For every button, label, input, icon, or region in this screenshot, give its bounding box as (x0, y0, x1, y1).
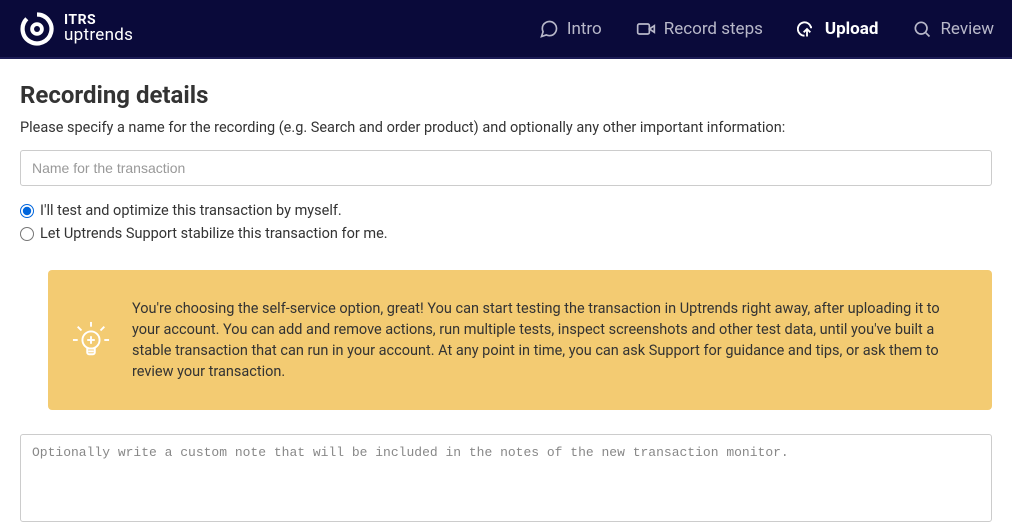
upload-cloud-icon (797, 19, 817, 39)
chat-icon (539, 19, 559, 39)
nav-intro-label: Intro (567, 19, 602, 39)
nav-upload-label: Upload (825, 19, 879, 39)
option-self-row: I'll test and optimize this transaction … (20, 202, 992, 219)
brand-logo: ITRS uptrends (20, 12, 133, 46)
page-subtitle: Please specify a name for the recording … (20, 119, 992, 136)
video-icon (636, 19, 656, 39)
option-support-row: Let Uptrends Support stabilize this tran… (20, 225, 992, 242)
info-text: You're choosing the self-service option,… (132, 298, 964, 382)
nav-record-steps[interactable]: Record steps (636, 19, 763, 39)
nav-upload[interactable]: Upload (797, 19, 879, 39)
option-self-radio[interactable] (20, 204, 34, 218)
app-header: ITRS uptrends Intro Record steps (0, 0, 1012, 59)
nav-review[interactable]: Review (912, 19, 994, 39)
brand-text: ITRS uptrends (64, 13, 133, 44)
page-title: Recording details (20, 81, 992, 109)
nav-record-steps-label: Record steps (664, 19, 763, 39)
brand-line-2: uptrends (64, 27, 133, 44)
option-self-label[interactable]: I'll test and optimize this transaction … (40, 202, 342, 219)
nav-intro[interactable]: Intro (539, 19, 602, 39)
main-content: Recording details Please specify a name … (0, 59, 1012, 526)
transaction-notes-textarea[interactable] (20, 434, 992, 522)
search-icon (912, 19, 932, 39)
wizard-nav: Intro Record steps Upload (539, 19, 994, 39)
info-callout: You're choosing the self-service option,… (48, 270, 992, 410)
lightbulb-icon (72, 321, 110, 359)
option-support-label[interactable]: Let Uptrends Support stabilize this tran… (40, 225, 388, 242)
transaction-name-input[interactable] (20, 150, 992, 186)
logo-icon (20, 12, 54, 46)
nav-review-label: Review (940, 19, 994, 39)
option-support-radio[interactable] (20, 227, 34, 241)
